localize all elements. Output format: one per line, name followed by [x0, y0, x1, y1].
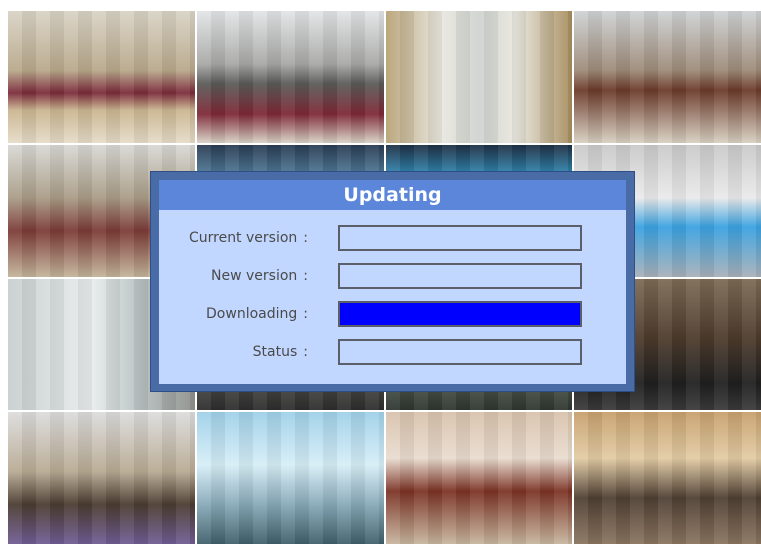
status-field: [338, 339, 582, 365]
download-progress-fill: [340, 303, 580, 325]
new-version-row: New version:: [159, 263, 626, 289]
current-version-row: Current version:: [159, 225, 626, 251]
camera-tile: [385, 412, 573, 544]
current-version-field: [338, 225, 582, 251]
downloading-label: Downloading:: [206, 306, 308, 322]
status-row: Status:: [159, 339, 626, 365]
update-dialog: Updating Current version: New version: D…: [150, 171, 635, 392]
current-version-label: Current version:: [188, 230, 308, 246]
download-progress-bar: [338, 301, 582, 327]
camera-tile: [196, 11, 384, 143]
dialog-title: Updating: [159, 180, 626, 210]
new-version-field: [338, 263, 582, 289]
camera-tile: [574, 11, 761, 143]
new-version-label: New version:: [211, 268, 308, 284]
camera-tile: [8, 11, 195, 143]
downloading-row: Downloading:: [159, 301, 626, 327]
camera-tile: [574, 412, 761, 544]
camera-tile: [8, 412, 195, 544]
status-label: Status:: [252, 344, 308, 360]
dialog-body: Current version: New version: Downloadin…: [159, 210, 626, 384]
camera-tile: [196, 412, 384, 544]
camera-tile: [385, 11, 573, 143]
